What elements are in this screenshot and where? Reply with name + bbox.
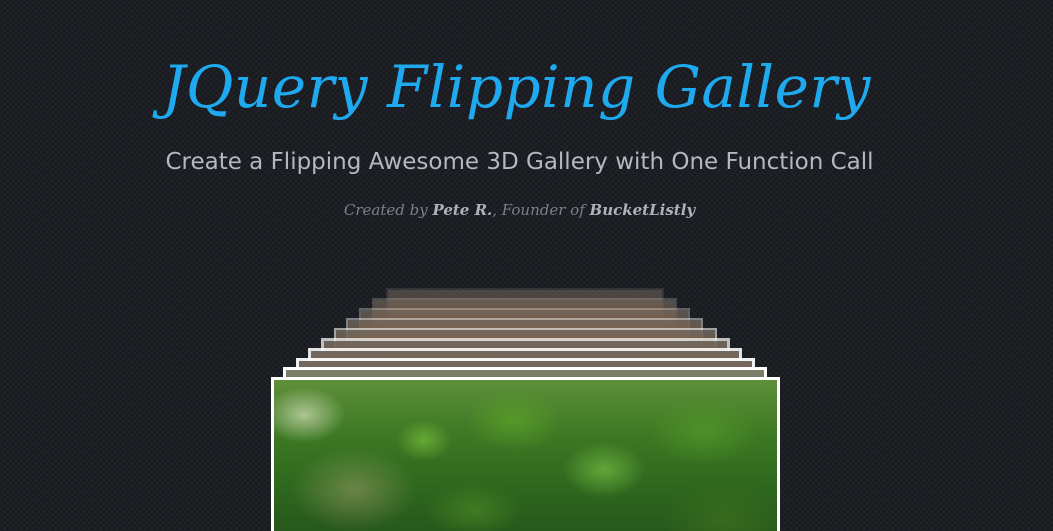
flipping-gallery [0, 0, 1053, 531]
gallery-image [274, 380, 777, 531]
gallery-card-front[interactable] [271, 377, 780, 531]
